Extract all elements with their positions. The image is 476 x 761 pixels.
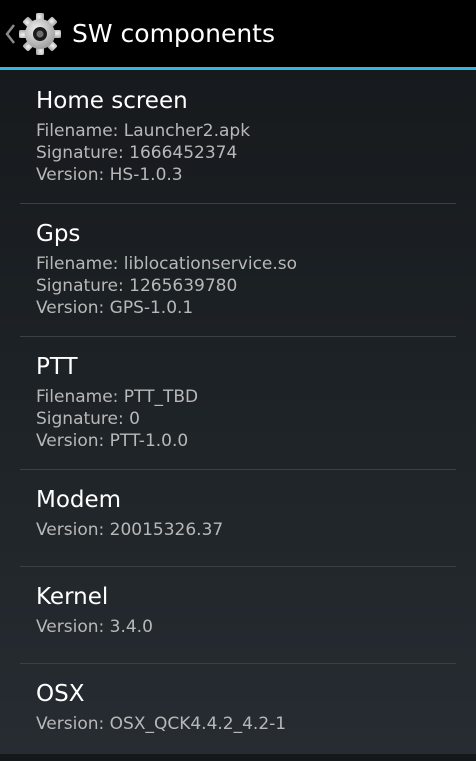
list-item-home-screen[interactable]: Home screen Filename: Launcher2.apk Sign… [20,71,456,204]
page-title: SW components [72,19,275,48]
component-version: Version: 3.4.0 [36,617,153,637]
component-version: Version: PTT-1.0.0 [36,431,189,451]
component-version: Version: 20015326.37 [36,520,224,540]
list-item-modem[interactable]: Modem Version: 20015326.37 [20,470,456,567]
component-version: Version: HS-1.0.3 [36,165,183,185]
component-signature: Signature: 0 [36,409,140,429]
component-signature: Signature: 1666452374 [36,143,238,163]
component-filename: Filename: liblocationservice.so [36,254,298,274]
action-bar-divider [0,67,476,70]
component-signature: Signature: 1265639780 [36,276,238,296]
component-filename: Filename: PTT_TBD [36,387,199,407]
component-name: Kernel [36,584,109,610]
component-list: Home screen Filename: Launcher2.apk Sign… [0,71,476,761]
component-filename: Filename: Launcher2.apk [36,121,251,141]
component-version: Version: OSX_QCK4.4.2_4.2-1 [36,714,287,734]
list-item-osx[interactable]: OSX Version: OSX_QCK4.4.2_4.2-1 [20,664,456,761]
component-name: Home screen [36,88,188,114]
chevron-left-icon [5,24,15,44]
component-name: Gps [36,221,81,247]
list-item-gps[interactable]: Gps Filename: liblocationservice.so Sign… [20,204,456,337]
component-name: OSX [36,681,85,707]
up-button[interactable] [0,0,66,68]
list-item-ptt[interactable]: PTT Filename: PTT_TBD Signature: 0 Versi… [20,337,456,470]
list-item-kernel[interactable]: Kernel Version: 3.4.0 [20,567,456,664]
component-name: PTT [36,354,78,380]
gear-icon [19,13,61,55]
component-version: Version: GPS-1.0.1 [36,298,194,318]
action-bar: SW components [0,0,476,70]
component-name: Modem [36,487,122,513]
